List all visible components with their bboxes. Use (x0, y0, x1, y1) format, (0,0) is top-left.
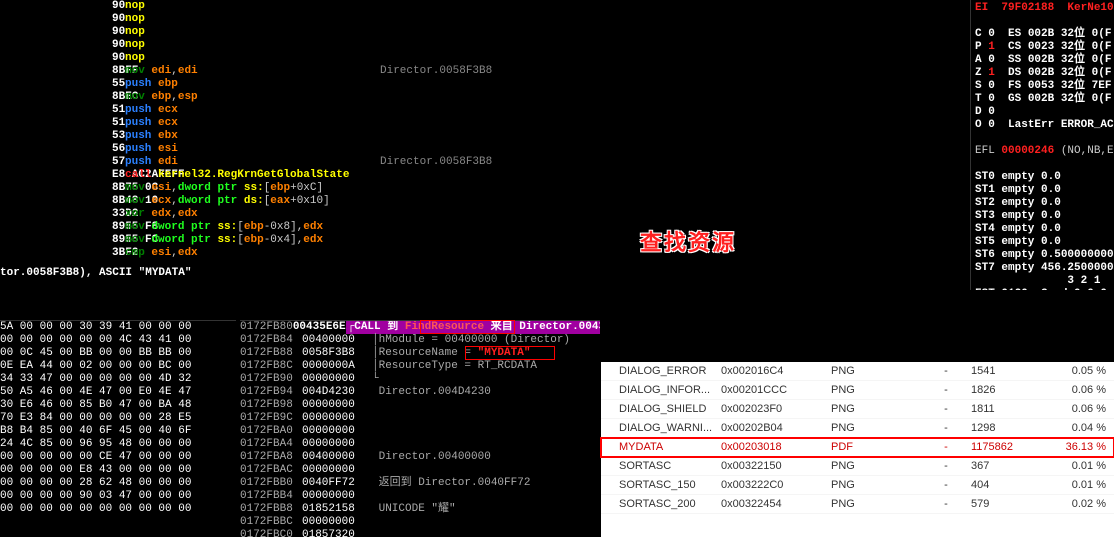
stack-row[interactable]: 0172FBA400000000 (240, 438, 600, 451)
stack-row[interactable]: 0172FBC001857320 (240, 529, 600, 537)
hex-row[interactable]: B8 B4 85 00 40 6F 45 00 40 6F (0, 425, 236, 438)
stack-row[interactable]: 0172FBB400000000 (240, 490, 600, 503)
stack-row[interactable]: 0172FB9C00000000 (240, 412, 600, 425)
disasm-row[interactable]: E8 AC2AFEFFcall kernel32.RegKrnGetGlobal… (0, 169, 970, 182)
disasm-row[interactable]: 8BECmov ebp,esp (0, 91, 970, 104)
info-line: tor.0058F3B8), ASCII "MYDATA" (0, 265, 970, 290)
stack-row[interactable]: 0172FB94004D4230 Director.004D4230 (240, 386, 600, 399)
stack-row[interactable]: 0172FB8400400000│hModule = 00400000 (Dir… (240, 334, 600, 347)
disasm-row[interactable]: 90nop (0, 39, 970, 52)
hex-row[interactable]: 00 00 00 00 E8 43 00 00 00 00 (0, 464, 236, 477)
stack-row[interactable]: 0172FBB00040FF72 返回到 Director.0040FF72 (240, 477, 600, 490)
hex-row[interactable]: 70 E3 84 00 00 00 00 00 28 E5 (0, 412, 236, 425)
hex-dump-panel[interactable]: 5A 00 00 00 30 39 41 00 00 0000 00 00 00… (0, 320, 236, 537)
disasm-row[interactable]: 90nop (0, 13, 970, 26)
disasm-row[interactable]: 3BF2cmp esi,edx (0, 247, 970, 260)
disasm-row[interactable]: 8BFFmov edi,ediDirector.0058F3B8 (0, 65, 970, 78)
hex-row[interactable]: 00 00 00 00 28 62 48 00 00 00 (0, 477, 236, 490)
disasm-row[interactable]: 55push ebp (0, 78, 970, 91)
stack-row[interactable]: 0172FB9000000000└ (240, 373, 600, 386)
disasm-row[interactable]: 90nop (0, 52, 970, 65)
stack-row[interactable]: 0172FBA800400000 Director.00400000 (240, 451, 600, 464)
hex-row[interactable]: 00 0C 45 00 BB 00 00 BB BB 00 (0, 347, 236, 360)
resource-row[interactable]: SORTASC0x00322150PNG-3670.01 % (601, 457, 1114, 476)
resource-row[interactable]: SORTASC_1500x003222C0PNG-4040.01 % (601, 476, 1114, 495)
disasm-row[interactable]: 51push ecx (0, 104, 970, 117)
disasm-row[interactable]: 8955 F8mov dword ptr ss:[ebp-0x8],edx (0, 221, 970, 234)
disasm-row[interactable]: 57push ediDirector.0058F3B8 (0, 156, 970, 169)
hex-row[interactable]: 0E EA 44 00 02 00 00 00 BC 00 (0, 360, 236, 373)
disasm-row[interactable]: 33D2xor edx,edx (0, 208, 970, 221)
stack-row[interactable]: 0172FBA000000000 (240, 425, 600, 438)
resource-table[interactable]: DIALOG_ERROR0x002016C4PNG-15410.05 %DIAL… (601, 362, 1114, 537)
stack-row[interactable]: 0172FB8C0000000A│ResourceType = RT_RCDAT… (240, 360, 600, 373)
resource-row[interactable]: MYDATA0x00203018PDF-117586236.13 % (601, 438, 1114, 457)
hex-row[interactable]: 5A 00 00 00 30 39 41 00 00 00 (0, 321, 236, 334)
stack-header-row[interactable]: 0172FB8000435E6E┌CALL 到 FindResource 来自 … (240, 321, 600, 334)
hex-row[interactable]: 00 00 00 00 00 00 4C 43 41 00 (0, 334, 236, 347)
hex-row[interactable]: 00 00 00 00 00 CE 47 00 00 00 (0, 451, 236, 464)
resource-row[interactable]: DIALOG_ERROR0x002016C4PNG-15410.05 % (601, 362, 1114, 381)
stack-row[interactable]: 0172FBBC00000000 (240, 516, 600, 529)
annotation-label: 查找资源 (640, 225, 736, 257)
stack-panel[interactable]: 0172FB8000435E6E┌CALL 到 FindResource 来自 … (240, 320, 600, 537)
resource-row[interactable]: DIALOG_WARNI...0x00202B04PNG-12980.04 % (601, 419, 1114, 438)
resource-row[interactable]: DIALOG_SHIELD0x002023F0PNG-18110.06 % (601, 400, 1114, 419)
stack-row[interactable]: 0172FB880058F3B8│ResourceName = "MYDATA" (240, 347, 600, 360)
stack-row[interactable]: 0172FBB801852158 UNICODE "耀" (240, 503, 600, 516)
disasm-row[interactable]: 8B48 10mov ecx,dword ptr ds:[eax+0x10] (0, 195, 970, 208)
disasm-row[interactable]: 51push ecx (0, 117, 970, 130)
hex-row[interactable]: 24 4C 85 00 96 95 48 00 00 00 (0, 438, 236, 451)
stack-row[interactable]: 0172FB9800000000 (240, 399, 600, 412)
registers-panel[interactable]: EI 79F02188 KerNe102 C 0 ES 002B 32位 0(F… (970, 0, 1114, 290)
disasm-row[interactable]: 56push esi (0, 143, 970, 156)
hex-row[interactable]: 30 E6 46 00 85 B0 47 00 BA 48 (0, 399, 236, 412)
stack-row[interactable]: 0172FBAC00000000 (240, 464, 600, 477)
hex-row[interactable]: 00 00 00 00 90 03 47 00 00 00 (0, 490, 236, 503)
resource-row[interactable]: DIALOG_INFOR...0x00201CCCPNG-18260.06 % (601, 381, 1114, 400)
resource-row[interactable]: SORTASC_2000x00322454PNG-5790.02 % (601, 495, 1114, 514)
hex-row[interactable]: 00 00 00 00 00 00 00 00 00 00 (0, 503, 236, 516)
disasm-row[interactable]: 90nop (0, 26, 970, 39)
disasm-row[interactable]: 8B75 0Cmov esi,dword ptr ss:[ebp+0xC] (0, 182, 970, 195)
disasm-row[interactable]: 8955 FCmov dword ptr ss:[ebp-0x4],edx (0, 234, 970, 247)
disasm-row[interactable]: 90nop (0, 0, 970, 13)
disasm-row[interactable]: 53push ebx (0, 130, 970, 143)
disassembly-panel[interactable]: 90nop 90nop 90nop 90nop 90nop 8BFFmov ed… (0, 0, 970, 262)
hex-row[interactable]: 50 A5 46 00 4E 47 00 E0 4E 47 (0, 386, 236, 399)
hex-row[interactable]: 34 33 47 00 00 00 00 00 4D 32 (0, 373, 236, 386)
